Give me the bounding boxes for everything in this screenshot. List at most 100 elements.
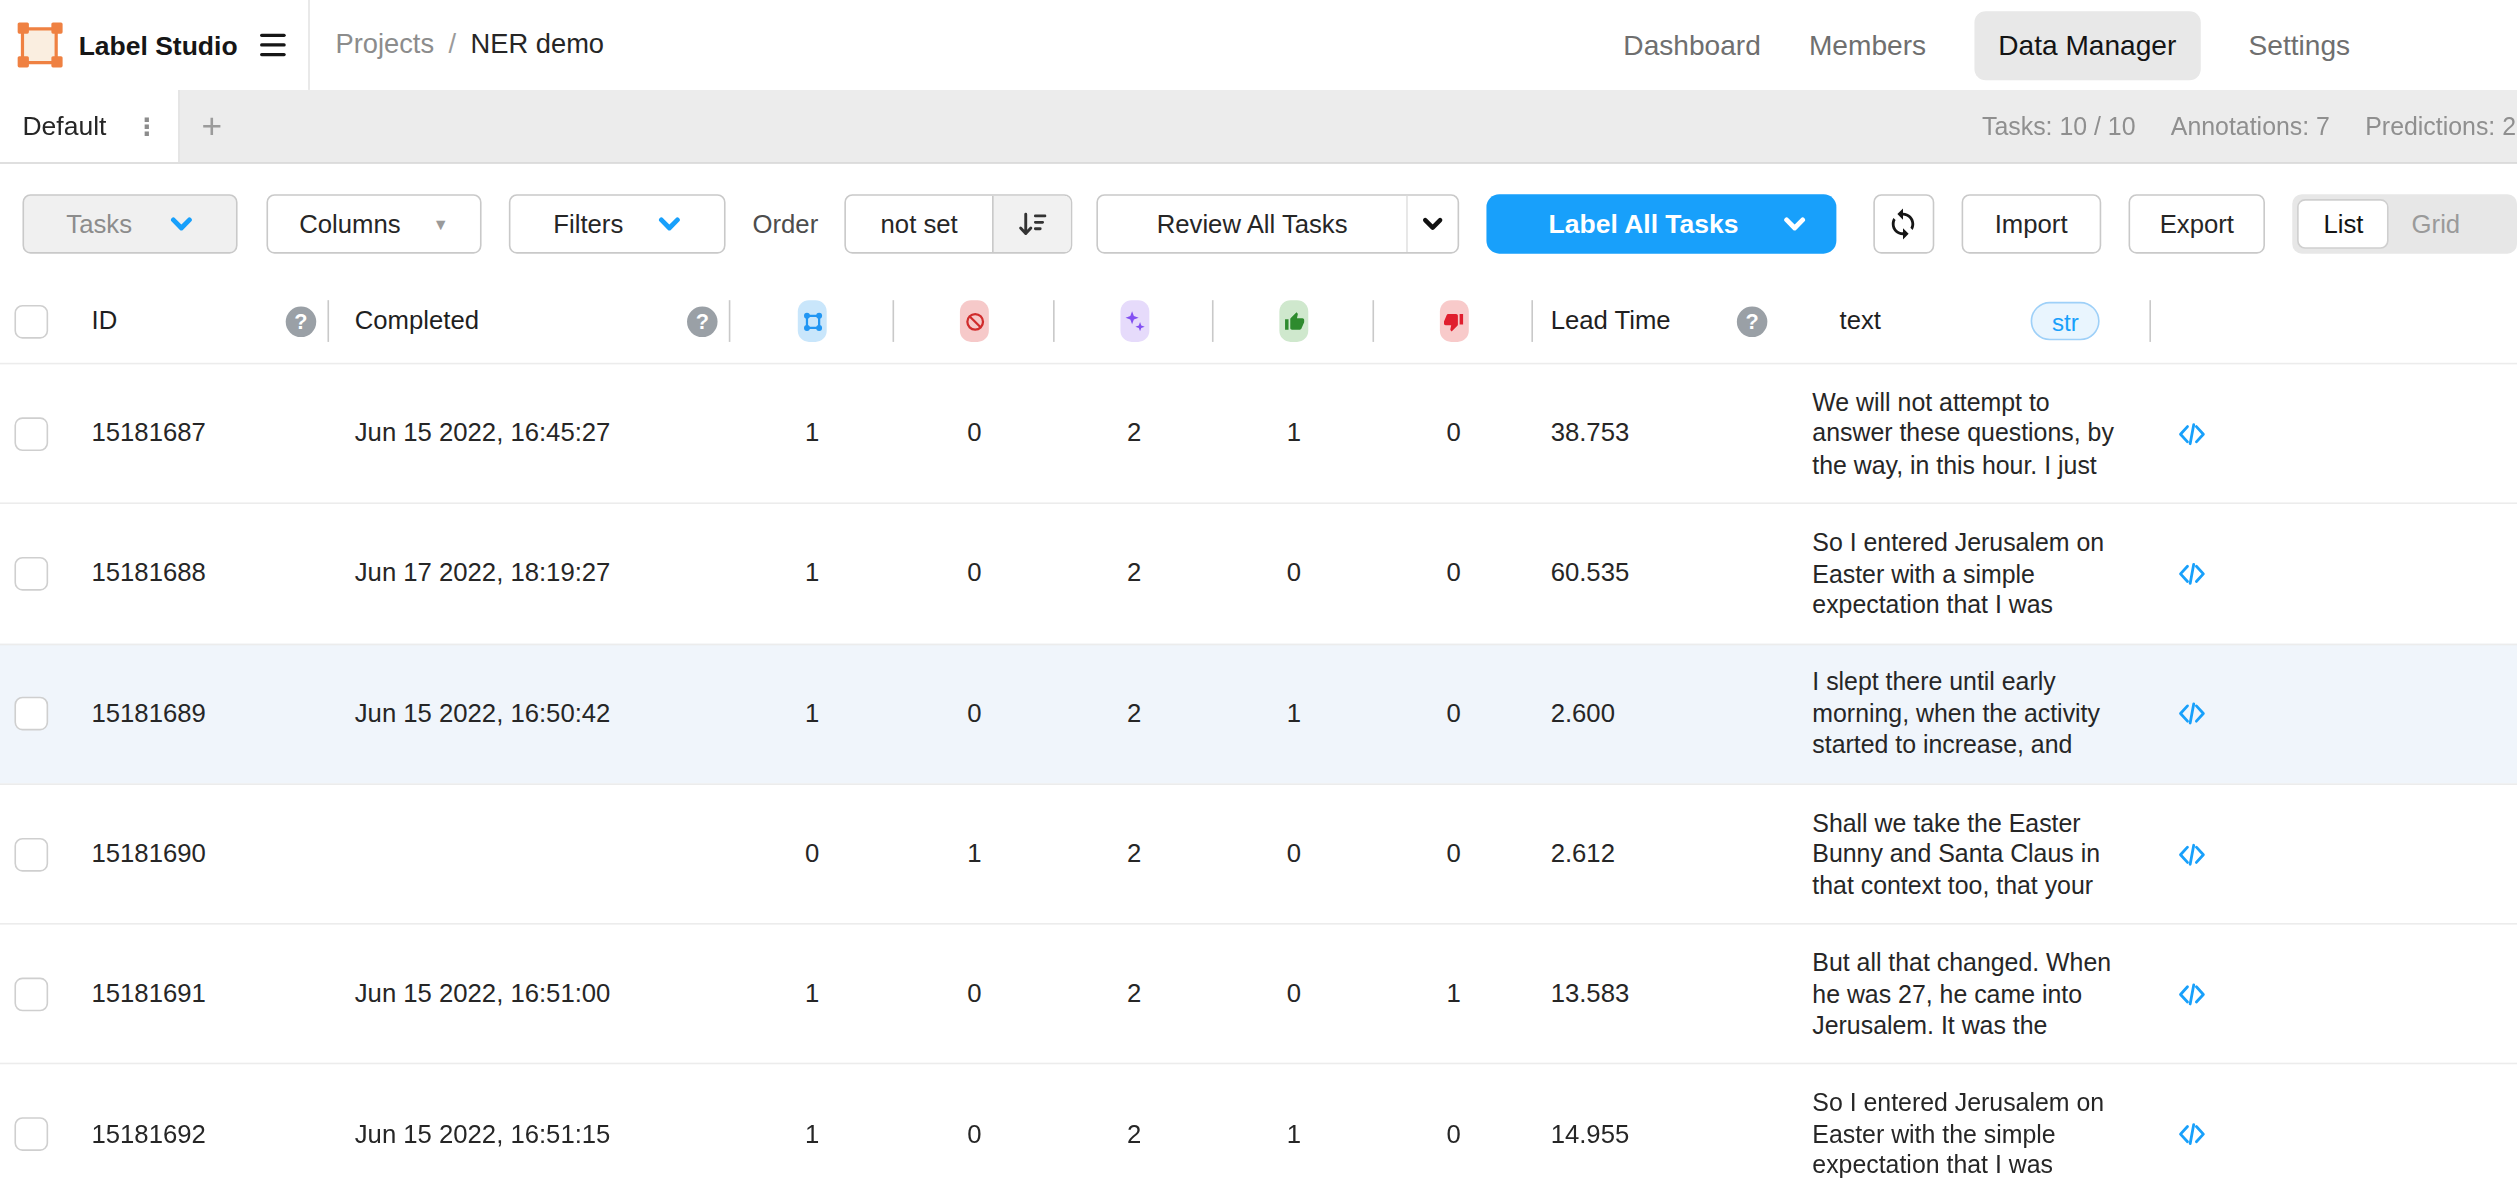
breadcrumb: Projects / NER demo bbox=[335, 29, 604, 61]
column-header-cancelled[interactable] bbox=[894, 279, 1055, 362]
row-checkbox[interactable] bbox=[14, 837, 48, 871]
column-type-badge: str bbox=[2031, 302, 2099, 341]
nav-data-manager[interactable]: Data Manager bbox=[1974, 10, 2200, 79]
stat-tasks: Tasks: 10 / 10 bbox=[1982, 112, 2136, 141]
cell-predictions: 2 bbox=[1055, 645, 1214, 784]
export-button[interactable]: Export bbox=[2128, 194, 2266, 253]
refresh-button[interactable] bbox=[1873, 194, 1934, 253]
refresh-icon bbox=[1887, 207, 1921, 241]
cell-text: Shall we take the Easter Bunny and Santa… bbox=[1812, 807, 2125, 901]
cell-rejected: 1 bbox=[1374, 925, 1533, 1064]
chevron-down-icon bbox=[1422, 217, 1443, 231]
import-button[interactable]: Import bbox=[1961, 194, 2100, 253]
code-icon[interactable] bbox=[2176, 559, 2206, 589]
label-studio-logo-icon bbox=[21, 26, 58, 63]
cell-annotations: 0 bbox=[730, 785, 894, 924]
tab-kebab-icon[interactable]: ⋮ bbox=[135, 114, 159, 138]
task-stats: Tasks: 10 / 10 Annotations: 7 Prediction… bbox=[1982, 90, 2517, 162]
nav-dashboard[interactable]: Dashboard bbox=[1623, 10, 1760, 79]
hamburger-menu-icon[interactable] bbox=[260, 33, 286, 57]
cell-predictions: 2 bbox=[1055, 925, 1214, 1064]
code-icon[interactable] bbox=[2176, 979, 2206, 1009]
table-body: 15181687 Jun 15 2022, 16:45:27 1 0 2 1 0… bbox=[0, 363, 2517, 1192]
table-header: ID ? Completed ? bbox=[0, 254, 2517, 363]
chevron-down-icon bbox=[171, 217, 193, 231]
help-icon[interactable]: ? bbox=[286, 306, 316, 336]
cell-accepted: 1 bbox=[1214, 364, 1375, 503]
top-nav: Dashboard Members Data Manager Settings bbox=[1623, 10, 2350, 79]
cell-rejected: 0 bbox=[1374, 785, 1533, 924]
column-header-completed[interactable]: Completed ? bbox=[329, 279, 730, 362]
cell-lead-time: 2.600 bbox=[1533, 645, 1790, 784]
review-all-tasks-button[interactable]: Review All Tasks bbox=[1097, 194, 1459, 253]
app-title: Label Studio bbox=[79, 30, 238, 60]
label-all-tasks-button[interactable]: Label All Tasks bbox=[1486, 194, 1836, 253]
annotations-icon bbox=[798, 300, 827, 342]
help-icon[interactable]: ? bbox=[1737, 306, 1767, 336]
cell-cancelled: 0 bbox=[894, 364, 1055, 503]
tab-default[interactable]: Default ⋮ bbox=[0, 90, 180, 162]
table-row[interactable]: 15181688 Jun 17 2022, 18:19:27 1 0 2 0 0… bbox=[0, 503, 2517, 643]
review-dropdown-toggle[interactable] bbox=[1406, 196, 1457, 252]
code-icon[interactable] bbox=[2176, 1119, 2206, 1149]
table-row[interactable]: 15181687 Jun 15 2022, 16:45:27 1 0 2 1 0… bbox=[0, 363, 2517, 503]
row-checkbox[interactable] bbox=[14, 1117, 48, 1151]
columns-dropdown[interactable]: Columns ▼ bbox=[266, 194, 482, 253]
toolbar: Tasks Columns ▼ Filters Order not set Re… bbox=[0, 194, 2517, 253]
cell-accepted: 0 bbox=[1214, 785, 1375, 924]
column-header-id[interactable]: ID ? bbox=[71, 279, 329, 362]
chevron-down-icon bbox=[1783, 217, 1805, 231]
cell-rejected: 0 bbox=[1374, 645, 1533, 784]
label-dropdown-toggle[interactable] bbox=[1753, 217, 1836, 231]
chevron-down-icon bbox=[659, 217, 681, 231]
cell-id: 15181687 bbox=[71, 364, 329, 503]
cell-completed: Jun 15 2022, 16:51:15 bbox=[329, 1065, 730, 1192]
nav-members[interactable]: Members bbox=[1809, 10, 1926, 79]
sort-icon bbox=[1018, 211, 1047, 237]
row-checkbox[interactable] bbox=[14, 417, 48, 451]
cell-text: So I entered Jerusalem on Easter with th… bbox=[1812, 1087, 2125, 1181]
cell-id: 15181688 bbox=[71, 505, 329, 644]
column-header-lead-time[interactable]: Lead Time ? bbox=[1533, 279, 1790, 362]
row-checkbox[interactable] bbox=[14, 557, 48, 591]
filters-dropdown[interactable]: Filters bbox=[509, 194, 725, 253]
cell-accepted: 0 bbox=[1214, 505, 1375, 644]
column-header-accepted[interactable] bbox=[1214, 279, 1375, 362]
divider bbox=[308, 0, 310, 90]
cell-id: 15181691 bbox=[71, 925, 329, 1064]
code-icon[interactable] bbox=[2176, 418, 2206, 448]
column-header-rejected[interactable] bbox=[1374, 279, 1533, 362]
cancelled-annotations-icon bbox=[960, 300, 989, 342]
table-row[interactable]: 15181691 Jun 15 2022, 16:51:00 1 0 2 0 1… bbox=[0, 923, 2517, 1063]
column-header-text[interactable]: text str bbox=[1790, 279, 2151, 362]
cell-completed: Jun 15 2022, 16:51:00 bbox=[329, 925, 730, 1064]
code-icon[interactable] bbox=[2176, 699, 2206, 729]
view-list-button[interactable]: List bbox=[2298, 199, 2389, 249]
select-all-checkbox[interactable] bbox=[14, 304, 48, 338]
sort-direction-button[interactable] bbox=[993, 196, 1072, 252]
cell-cancelled: 0 bbox=[894, 1065, 1055, 1192]
tasks-dropdown[interactable]: Tasks bbox=[22, 194, 236, 253]
help-icon[interactable]: ? bbox=[687, 306, 717, 336]
nav-settings[interactable]: Settings bbox=[2249, 10, 2351, 79]
cell-accepted: 1 bbox=[1214, 1065, 1375, 1192]
row-checkbox[interactable] bbox=[14, 697, 48, 731]
column-header-annotations[interactable] bbox=[730, 279, 894, 362]
table-row[interactable]: 15181690 0 1 2 0 0 2.612 Shall we take t… bbox=[0, 783, 2517, 923]
cell-predictions: 2 bbox=[1055, 785, 1214, 924]
table-row[interactable]: 15181689 Jun 15 2022, 16:50:42 1 0 2 1 0… bbox=[0, 643, 2517, 783]
top-bar: Label Studio Projects / NER demo Dashboa… bbox=[0, 0, 2517, 90]
table-row[interactable]: 15181692 Jun 15 2022, 16:51:15 1 0 2 1 0… bbox=[0, 1063, 2517, 1192]
order-dropdown[interactable]: not set bbox=[844, 194, 1073, 253]
cell-text: We will not attempt to answer these ques… bbox=[1812, 387, 2125, 481]
cell-annotations: 1 bbox=[730, 1065, 894, 1192]
view-grid-button[interactable]: Grid bbox=[2389, 209, 2482, 238]
code-icon[interactable] bbox=[2176, 839, 2206, 869]
cell-predictions: 2 bbox=[1055, 1065, 1214, 1192]
row-checkbox[interactable] bbox=[14, 977, 48, 1011]
column-header-predictions[interactable] bbox=[1055, 279, 1214, 362]
cell-predictions: 2 bbox=[1055, 364, 1214, 503]
stat-annotations: Annotations: 7 bbox=[2171, 112, 2330, 141]
add-tab-button[interactable]: + bbox=[180, 90, 244, 162]
breadcrumb-projects[interactable]: Projects bbox=[335, 29, 434, 61]
